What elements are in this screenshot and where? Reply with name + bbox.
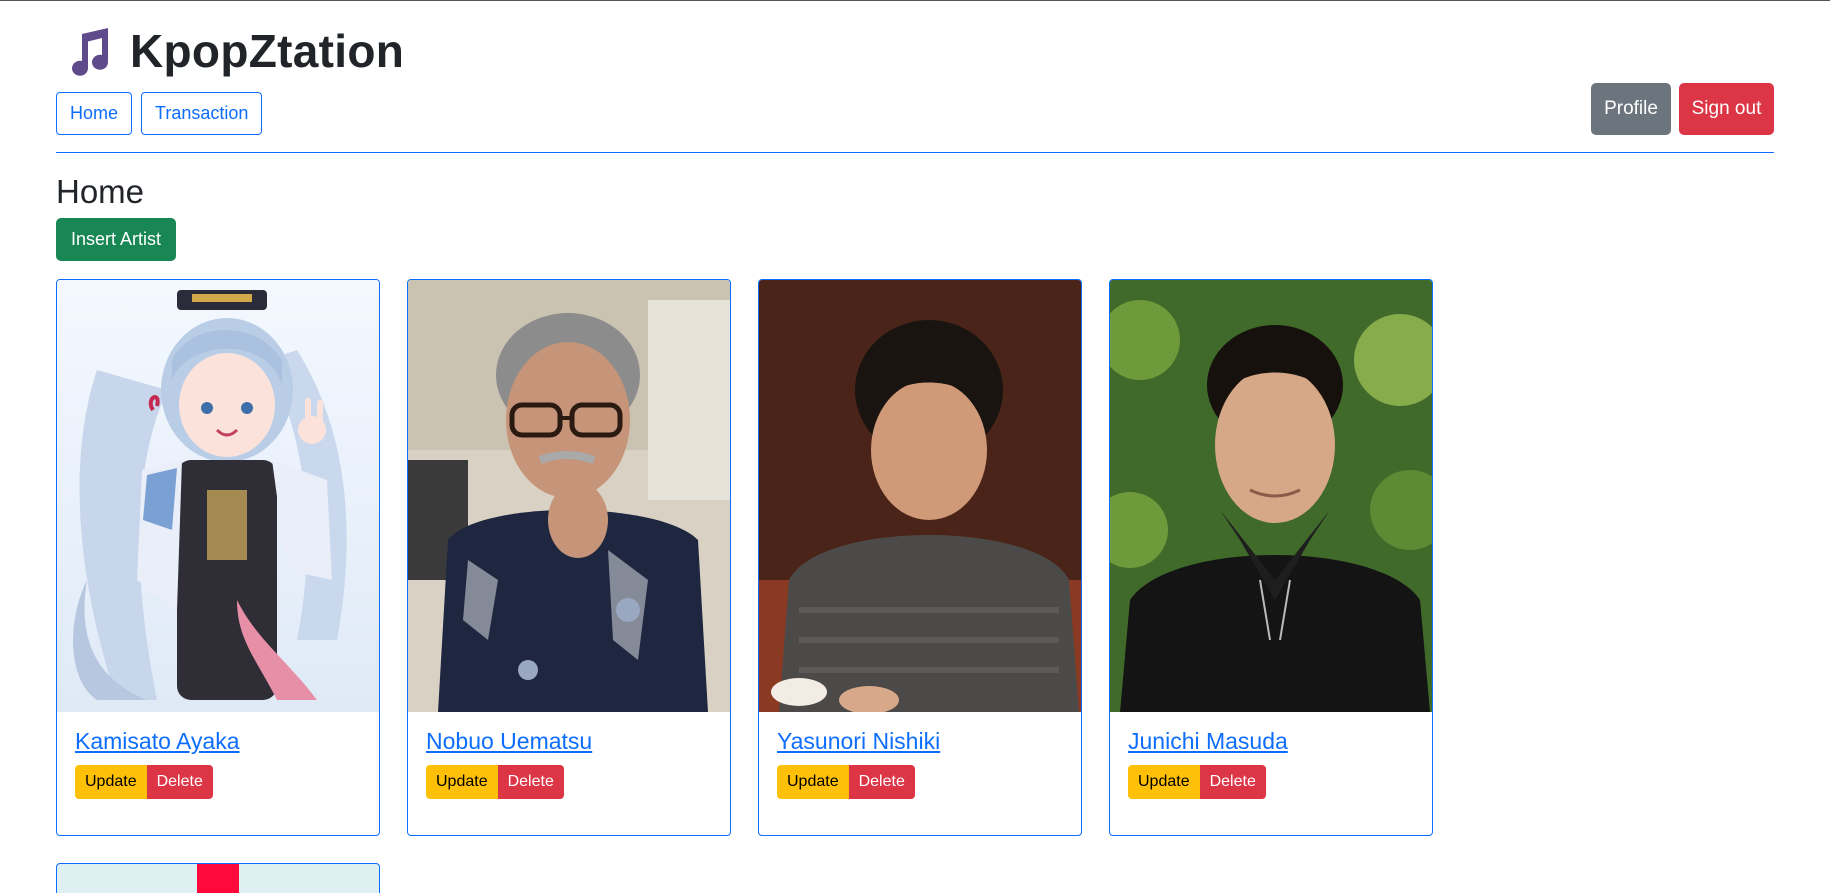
sign-out-button[interactable]: Sign out [1679,83,1774,135]
artist-name-link[interactable]: Junichi Masuda [1128,728,1414,755]
artist-card-partial [56,863,380,893]
artist-card: Yasunori Nishiki Update Delete [758,279,1082,836]
delete-button[interactable]: Delete [848,765,915,799]
card-actions: Update Delete [777,765,1063,799]
artist-name-link[interactable]: Nobuo Uematsu [426,728,712,755]
artist-name-link[interactable]: Kamisato Ayaka [75,728,361,755]
insert-artist-button[interactable]: Insert Artist [56,218,176,261]
card-actions: Update Delete [426,765,712,799]
artist-image [408,280,730,712]
brand: KpopZtation [64,23,404,79]
delete-button[interactable]: Delete [146,765,213,799]
profile-button[interactable]: Profile [1591,83,1671,135]
update-button[interactable]: Update [777,765,849,799]
header-divider [56,152,1774,153]
card-actions: Update Delete [75,765,361,799]
artist-image [1110,280,1432,712]
card-body: Yasunori Nishiki Update Delete [759,728,1081,799]
update-button[interactable]: Update [426,765,498,799]
artist-card: Nobuo Uematsu Update Delete [407,279,731,836]
card-body: Junichi Masuda Update Delete [1110,728,1432,799]
update-button[interactable]: Update [75,765,147,799]
music-note-icon [64,26,112,76]
artist-card: Kamisato Ayaka Update Delete [56,279,380,836]
nav-home-button[interactable]: Home [56,92,133,135]
delete-button[interactable]: Delete [497,765,564,799]
artist-card: Junichi Masuda Update Delete [1109,279,1433,836]
delete-button[interactable]: Delete [1199,765,1266,799]
page-title: Home [56,173,145,210]
artist-image [57,280,379,712]
artist-image [759,280,1081,712]
app-window: KpopZtation Home Transaction Profile Sig… [0,0,1830,893]
card-actions: Update Delete [1128,765,1414,799]
update-button[interactable]: Update [1128,765,1200,799]
artist-name-link[interactable]: Yasunori Nishiki [777,728,1063,755]
brand-title[interactable]: KpopZtation [130,24,404,78]
user-actions: Profile Sign out [1591,83,1774,135]
card-body: Kamisato Ayaka Update Delete [57,728,379,799]
card-body: Nobuo Uematsu Update Delete [408,728,730,799]
artist-image-partial [197,864,239,893]
nav-transaction-button[interactable]: Transaction [141,92,263,135]
main-nav: Home Transaction [56,92,263,135]
